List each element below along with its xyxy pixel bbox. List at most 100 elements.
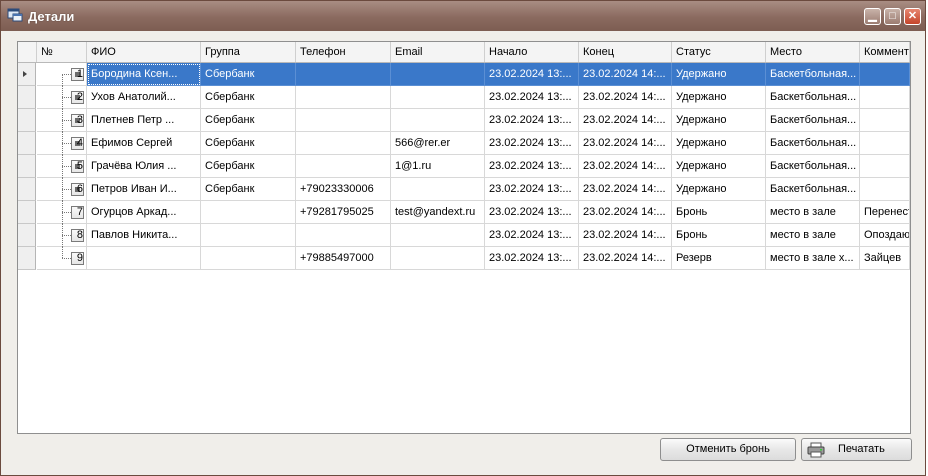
cell-start[interactable]: 23.02.2024 13:... bbox=[485, 201, 579, 224]
column-header-comment[interactable]: Коммента... bbox=[860, 42, 910, 62]
cell-start[interactable]: 23.02.2024 13:... bbox=[485, 178, 579, 201]
cell-email[interactable] bbox=[391, 86, 485, 109]
table-row[interactable]: 9 +79885497000 23.02.2024 13:... 23.02.2024… bbox=[18, 247, 910, 270]
cell-email[interactable]: 566@rer.er bbox=[391, 132, 485, 155]
cell-group[interactable]: Сбербанк bbox=[201, 155, 296, 178]
cell-fio[interactable]: Грачёва Юлия ... bbox=[87, 155, 201, 178]
table-row[interactable]: 3 Плетнев Петр ... Сбербанк 23.02.2024 13:.… bbox=[18, 109, 910, 132]
column-header-fio[interactable]: ФИО bbox=[87, 42, 201, 62]
cell-comment[interactable] bbox=[860, 178, 910, 201]
cell-place[interactable]: Баскетбольная... bbox=[766, 109, 860, 132]
cell-group[interactable]: Сбербанк bbox=[201, 132, 296, 155]
cell-fio[interactable]: Ефимов Сергей bbox=[87, 132, 201, 155]
cell-comment[interactable]: Перенест... bbox=[860, 201, 910, 224]
cell-start[interactable]: 23.02.2024 13:... bbox=[485, 86, 579, 109]
cell-group[interactable] bbox=[201, 247, 296, 270]
cell-email[interactable]: 1@1.ru bbox=[391, 155, 485, 178]
cell-status[interactable]: Удержано bbox=[672, 109, 766, 132]
cell-comment[interactable] bbox=[860, 155, 910, 178]
row-header[interactable] bbox=[18, 132, 36, 155]
cell-email[interactable] bbox=[391, 178, 485, 201]
cell-email[interactable] bbox=[391, 224, 485, 247]
cell-status[interactable]: Бронь bbox=[672, 224, 766, 247]
cell-start[interactable]: 23.02.2024 13:... bbox=[485, 155, 579, 178]
cell-place[interactable]: Баскетбольная... bbox=[766, 63, 860, 86]
cell-end[interactable]: 23.02.2024 14:... bbox=[579, 155, 672, 178]
cell-fio[interactable]: Огурцов Аркад... bbox=[87, 201, 201, 224]
cell-start[interactable]: 23.02.2024 13:... bbox=[485, 132, 579, 155]
cell-status[interactable]: Резерв bbox=[672, 247, 766, 270]
cell-group[interactable]: Сбербанк bbox=[201, 86, 296, 109]
cell-group[interactable]: Сбербанк bbox=[201, 63, 296, 86]
cell-email[interactable] bbox=[391, 109, 485, 132]
cell-fio[interactable]: Петров Иван И... bbox=[87, 178, 201, 201]
table-row[interactable]: 8 Павлов Никита... 23.02.2024 13:... 23.02.… bbox=[18, 224, 910, 247]
cell-status[interactable]: Удержано bbox=[672, 86, 766, 109]
cell-phone[interactable] bbox=[296, 63, 391, 86]
cell-place[interactable]: место в зале х... bbox=[766, 247, 860, 270]
cell-email[interactable] bbox=[391, 247, 485, 270]
column-header-num[interactable]: № bbox=[37, 42, 87, 62]
cell-fio[interactable]: Ухов Анатолий... bbox=[87, 86, 201, 109]
cell-phone[interactable] bbox=[296, 132, 391, 155]
cell-end[interactable]: 23.02.2024 14:... bbox=[579, 109, 672, 132]
cell-group[interactable] bbox=[201, 224, 296, 247]
cell-place[interactable]: место в зале bbox=[766, 201, 860, 224]
cell-phone[interactable] bbox=[296, 224, 391, 247]
cell-fio[interactable]: Бородина Ксен... bbox=[87, 63, 201, 86]
print-button[interactable]: Печатать bbox=[801, 438, 912, 461]
cell-group[interactable] bbox=[201, 201, 296, 224]
table-row[interactable]: 6 Петров Иван И... Сбербанк +79023330006 23.… bbox=[18, 178, 910, 201]
row-header[interactable] bbox=[18, 201, 36, 224]
column-header-start[interactable]: Начало bbox=[485, 42, 579, 62]
cell-fio[interactable]: Плетнев Петр ... bbox=[87, 109, 201, 132]
cell-end[interactable]: 23.02.2024 14:... bbox=[579, 224, 672, 247]
cell-phone[interactable] bbox=[296, 86, 391, 109]
cell-place[interactable]: Баскетбольная... bbox=[766, 132, 860, 155]
cell-end[interactable]: 23.02.2024 14:... bbox=[579, 178, 672, 201]
cell-status[interactable]: Удержано bbox=[672, 63, 766, 86]
cell-start[interactable]: 23.02.2024 13:... bbox=[485, 109, 579, 132]
column-header-group[interactable]: Группа bbox=[201, 42, 296, 62]
cancel-booking-button[interactable]: Отменить бронь bbox=[660, 438, 796, 461]
cell-email[interactable] bbox=[391, 63, 485, 86]
table-row[interactable]: 5 Грачёва Юлия ... Сбербанк 1@1.ru 23.02.202… bbox=[18, 155, 910, 178]
column-header-place[interactable]: Место bbox=[766, 42, 860, 62]
row-header[interactable] bbox=[18, 155, 36, 178]
cell-comment[interactable] bbox=[860, 63, 910, 86]
table-row[interactable]: 7 Огурцов Аркад... +79281795025 test@yandex… bbox=[18, 201, 910, 224]
cell-comment[interactable] bbox=[860, 86, 910, 109]
cell-start[interactable]: 23.02.2024 13:... bbox=[485, 247, 579, 270]
cell-fio[interactable] bbox=[87, 247, 201, 270]
cell-phone[interactable]: +79023330006 bbox=[296, 178, 391, 201]
column-header-status[interactable]: Статус bbox=[672, 42, 766, 62]
cell-status[interactable]: Бронь bbox=[672, 201, 766, 224]
cell-group[interactable]: Сбербанк bbox=[201, 109, 296, 132]
row-header[interactable] bbox=[18, 224, 36, 247]
maximize-button[interactable]: □ bbox=[884, 8, 901, 25]
row-header[interactable] bbox=[18, 178, 36, 201]
cell-place[interactable]: Баскетбольная... bbox=[766, 86, 860, 109]
cell-end[interactable]: 23.02.2024 14:... bbox=[579, 247, 672, 270]
cell-place[interactable]: место в зале bbox=[766, 224, 860, 247]
cell-status[interactable]: Удержано bbox=[672, 155, 766, 178]
row-header[interactable] bbox=[18, 86, 36, 109]
cell-status[interactable]: Удержано bbox=[672, 178, 766, 201]
row-header[interactable] bbox=[18, 247, 36, 270]
cell-comment[interactable] bbox=[860, 132, 910, 155]
cell-place[interactable]: Баскетбольная... bbox=[766, 155, 860, 178]
table-row[interactable]: 2 Ухов Анатолий... Сбербанк 23.02.2024 13:.… bbox=[18, 86, 910, 109]
title-bar[interactable]: Детали ▁ □ ✕ bbox=[1, 1, 925, 31]
cell-end[interactable]: 23.02.2024 14:... bbox=[579, 201, 672, 224]
cell-status[interactable]: Удержано bbox=[672, 132, 766, 155]
column-header-phone[interactable]: Телефон bbox=[296, 42, 391, 62]
cell-phone[interactable] bbox=[296, 155, 391, 178]
close-button[interactable]: ✕ bbox=[904, 8, 921, 25]
cell-phone[interactable]: +79281795025 bbox=[296, 201, 391, 224]
column-header-email[interactable]: Email bbox=[391, 42, 485, 62]
cell-end[interactable]: 23.02.2024 14:... bbox=[579, 63, 672, 86]
cell-comment[interactable]: Опоздаю ... bbox=[860, 224, 910, 247]
cell-start[interactable]: 23.02.2024 13:... bbox=[485, 63, 579, 86]
table-row[interactable]: 4 Ефимов Сергей Сбербанк 566@rer.er 23.02.20… bbox=[18, 132, 910, 155]
cell-comment[interactable] bbox=[860, 109, 910, 132]
